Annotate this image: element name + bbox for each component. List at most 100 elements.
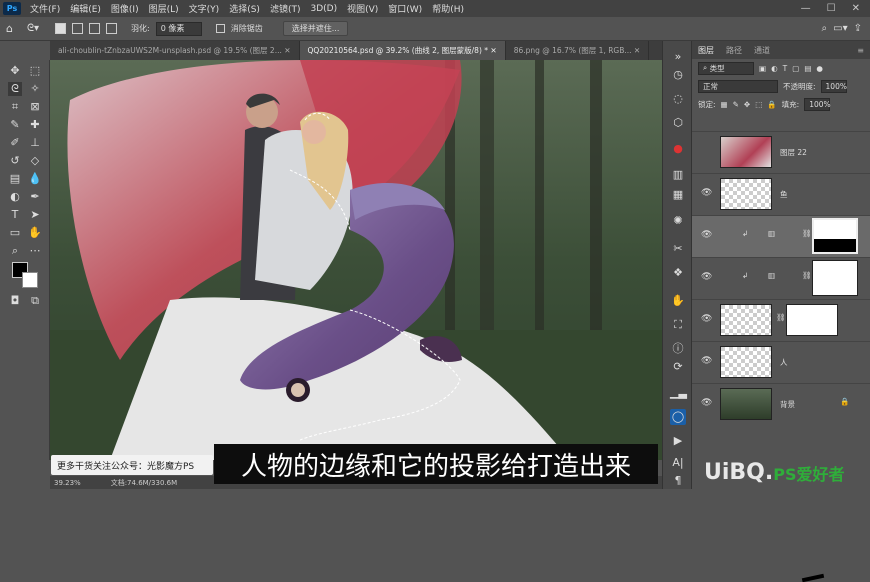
menu-edit[interactable]: 编辑(E) (65, 2, 106, 15)
scissors-icon[interactable]: ✂ (670, 241, 686, 257)
layer-row[interactable]: 👁 ↲ ▥ ⛓ (692, 257, 870, 299)
menu-filter[interactable]: 滤镜(T) (265, 2, 306, 15)
lock-all-icon[interactable]: 🔒 (767, 100, 776, 109)
play-icon[interactable]: ▶ (670, 433, 686, 449)
gradient-tool-icon[interactable]: ▤ (8, 172, 22, 186)
tab-document-3[interactable]: 86.png @ 16.7% (图层 1, RGB... ✕ (506, 41, 650, 60)
navigator-icon[interactable]: ◯ (670, 409, 686, 425)
select-and-mask-button[interactable]: 选择并遮住... (282, 21, 349, 36)
home-icon[interactable]: ⌂ (6, 22, 13, 35)
visibility-eye-icon[interactable]: 👁 (701, 188, 712, 198)
rotate-icon[interactable]: ⟳ (670, 359, 686, 375)
opacity-input[interactable]: 100% (820, 79, 847, 93)
menu-layer[interactable]: 图层(L) (144, 2, 184, 15)
layer-row[interactable]: 👁 人 (692, 341, 870, 383)
share-icon[interactable]: ⇪ (854, 23, 862, 34)
brush-tool-icon[interactable]: ✐ (8, 136, 22, 150)
layer-mask-thumbnail[interactable] (786, 304, 838, 336)
menu-select[interactable]: 选择(S) (224, 2, 265, 15)
visibility-eye-icon[interactable]: 👁 (701, 230, 712, 240)
type-tool-icon[interactable]: T (8, 208, 22, 222)
menu-image[interactable]: 图像(I) (106, 2, 144, 15)
quick-mask-icon[interactable]: ◘ (8, 294, 22, 308)
collapse-arrows-icon[interactable]: » (670, 49, 686, 65)
menu-view[interactable]: 视图(V) (342, 2, 383, 15)
tab-paths[interactable]: 路径 (720, 45, 748, 56)
menu-3d[interactable]: 3D(D) (305, 4, 342, 14)
close-icon[interactable]: ✕ (852, 3, 860, 14)
frame-tool-icon[interactable]: ⊠ (28, 100, 42, 114)
path-selection-tool-icon[interactable]: ➤ (28, 208, 42, 222)
character-icon[interactable]: A| (670, 455, 686, 471)
histogram-icon[interactable]: ▁▃ (670, 385, 687, 401)
eraser-tool-icon[interactable]: ◇ (28, 154, 42, 168)
smart-object-filter-icon[interactable]: ▤ (804, 64, 811, 73)
type-filter-icon[interactable]: T (783, 64, 788, 73)
sparkle-icon[interactable]: ✺ (670, 213, 686, 229)
tab-document-2[interactable]: QQ20210564.psd @ 39.2% (曲线 2, 图层蒙版/8) * … (299, 41, 506, 60)
brush-settings-icon[interactable]: ❖ (670, 265, 686, 281)
visibility-eye-icon[interactable]: 👁 (701, 356, 712, 366)
visibility-eye-icon[interactable]: 👁 (701, 272, 712, 282)
layer-mask-thumbnail[interactable] (812, 218, 858, 254)
screen-mode-icon[interactable]: ⧉ (28, 294, 42, 308)
lasso-tool-icon[interactable]: ᘓ (8, 82, 22, 96)
intersect-selection-icon[interactable] (106, 23, 118, 34)
lock-paint-icon[interactable]: ✎ (733, 100, 739, 109)
rectangle-tool-icon[interactable]: ▭ (8, 226, 22, 240)
tab-layers[interactable]: 图层 (692, 45, 720, 56)
crop-tool-icon[interactable]: ⌗ (8, 100, 22, 114)
visibility-eye-icon[interactable]: 👁 (701, 314, 712, 324)
more-tools-icon[interactable]: ⋯ (28, 244, 42, 258)
pixel-filter-icon[interactable]: ▣ (759, 64, 766, 73)
filter-toggle-icon[interactable]: ● (816, 64, 823, 73)
zoom-tool-icon[interactable]: ⌕ (8, 244, 22, 258)
layer-mask-thumbnail[interactable] (812, 260, 858, 296)
maximize-icon[interactable]: ☐ (827, 3, 836, 14)
blur-tool-icon[interactable]: 💧 (28, 172, 42, 186)
menu-file[interactable]: 文件(F) (25, 2, 65, 15)
lasso-tool-preset-icon[interactable]: ᘓ▾ (27, 23, 39, 34)
menu-window[interactable]: 窗口(W) (383, 2, 427, 15)
tab-channels[interactable]: 通道 (748, 45, 776, 56)
healing-brush-tool-icon[interactable]: ✚ (28, 118, 42, 132)
hand-icon[interactable]: ✋ (670, 293, 686, 309)
pen-tool-icon[interactable]: ✒ (28, 190, 42, 204)
tab-document-1[interactable]: ali-choublin-tZnbzaUWS2M-unsplash.psd @ … (50, 41, 300, 60)
magic-wand-tool-icon[interactable]: ✧ (28, 82, 42, 96)
minimize-icon[interactable]: — (801, 3, 811, 14)
eyedropper-tool-icon[interactable]: ✎ (8, 118, 22, 132)
workspace-icon[interactable]: ▭▾ (833, 23, 847, 34)
history-brush-tool-icon[interactable]: ↺ (8, 154, 22, 168)
layer-row[interactable]: 👁 鱼 (692, 173, 870, 332)
add-selection-icon[interactable] (72, 23, 84, 34)
shape-filter-icon[interactable]: ▢ (792, 64, 799, 73)
visibility-eye-icon[interactable]: 👁 (701, 398, 712, 408)
lock-pixels-icon[interactable]: ▦ (721, 100, 728, 109)
feather-input[interactable]: 0 像素 (155, 21, 202, 36)
dodge-tool-icon[interactable]: ◐ (8, 190, 22, 204)
subtract-selection-icon[interactable] (89, 23, 101, 34)
cube-icon[interactable]: ⬡ (670, 115, 686, 131)
layer-row[interactable]: 👁 背景 🔒 (692, 383, 870, 425)
layer-row[interactable]: 👁 ⛓ (692, 299, 870, 582)
menu-help[interactable]: 帮助(H) (427, 2, 469, 15)
menu-type[interactable]: 文字(Y) (184, 2, 225, 15)
new-selection-icon[interactable] (55, 23, 67, 34)
zoom-readout[interactable]: 39.23% (54, 479, 81, 487)
hand-tool-icon[interactable]: ✋ (28, 226, 42, 240)
stamp-tool-icon[interactable]: ⊥ (28, 136, 42, 150)
gradient-icon[interactable]: ▥ (670, 167, 686, 183)
paragraph-icon[interactable]: ¶ (670, 473, 686, 489)
layer-row[interactable]: 图层 22 (692, 131, 870, 173)
layer-filter-dropdown[interactable]: ⌕ 类型 (698, 61, 754, 75)
layer-row[interactable]: 👁 ↲ ▥ ⛓ (692, 215, 870, 257)
color-swatch-icon[interactable]: ● (670, 141, 686, 157)
move-tool-icon[interactable]: ✥ (8, 64, 22, 78)
lock-move-icon[interactable]: ✥ (744, 100, 750, 109)
marquee-tool-icon[interactable]: ⬚ (28, 64, 42, 78)
info-icon[interactable]: ⓘ (670, 341, 686, 357)
adjust-icon[interactable]: ◌ (670, 91, 686, 107)
panel-menu-icon[interactable]: ≡ (851, 46, 870, 55)
adjustment-filter-icon[interactable]: ◐ (771, 64, 778, 73)
